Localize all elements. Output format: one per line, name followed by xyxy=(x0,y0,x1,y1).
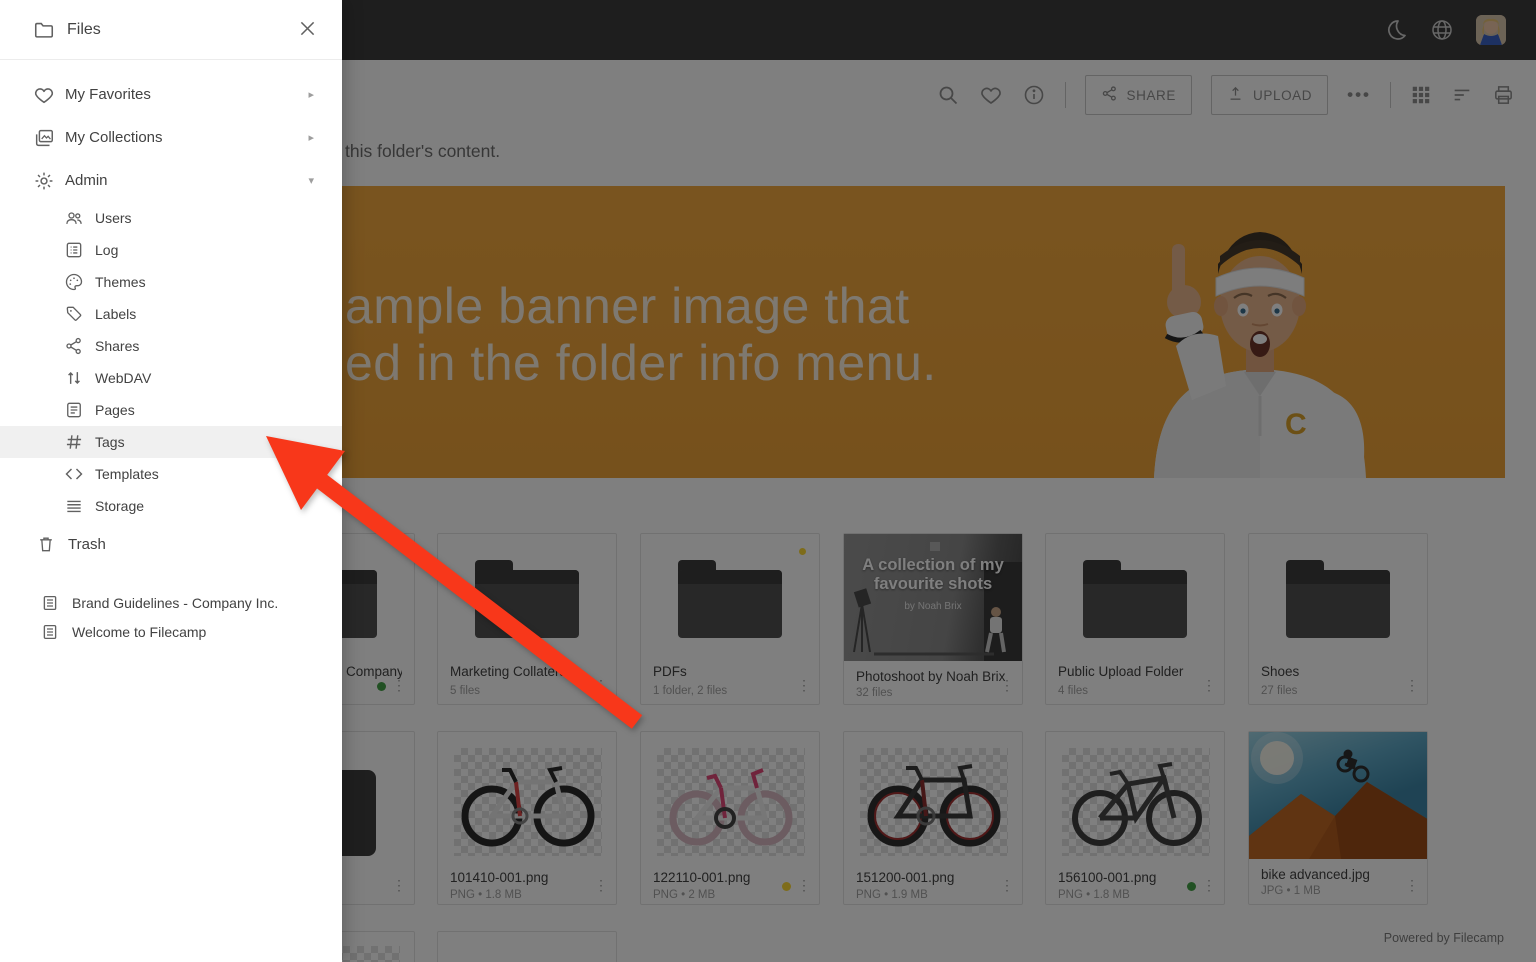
sidebar-item-labels[interactable]: Labels xyxy=(0,298,342,330)
chevron-right-icon: ▸ xyxy=(308,131,314,144)
drawer-menu: My Favorites ▸ My Collections ▸ Admin ▾ xyxy=(0,73,342,646)
sidebar-item-trash[interactable]: Trash xyxy=(0,524,342,564)
collections-icon xyxy=(32,127,56,149)
chevron-right-icon: ▸ xyxy=(308,88,314,101)
hash-tag-icon xyxy=(62,432,86,452)
files-drawer: Files My Favorites ▸ My Collections ▸ xyxy=(0,0,342,962)
sidebar-item-label: Admin xyxy=(65,172,108,189)
sidebar-item-tags[interactable]: Tags xyxy=(0,426,342,458)
sidebar-item-label: My Favorites xyxy=(65,86,151,103)
sidebar-item-shares[interactable]: Shares xyxy=(0,330,342,362)
sidebar-item-log[interactable]: Log xyxy=(0,234,342,266)
storage-stack-icon xyxy=(62,496,86,516)
heart-icon xyxy=(32,84,56,106)
document-icon xyxy=(38,623,62,641)
log-icon xyxy=(62,240,86,260)
drawer-header: Files xyxy=(0,0,342,60)
up-down-arrows-icon xyxy=(62,368,86,388)
close-icon[interactable] xyxy=(297,18,318,44)
sidebar-item-my-favorites[interactable]: My Favorites ▸ xyxy=(0,73,342,116)
palette-icon xyxy=(62,272,86,292)
drawer-doc-links: Brand Guidelines - Company Inc. Welcome … xyxy=(0,588,342,646)
sidebar-item-themes[interactable]: Themes xyxy=(0,266,342,298)
chevron-down-icon: ▾ xyxy=(308,174,314,187)
sidebar-item-webdav[interactable]: WebDAV xyxy=(0,362,342,394)
sidebar-item-admin[interactable]: Admin ▾ xyxy=(0,159,342,202)
sidebar-item-templates[interactable]: Templates xyxy=(0,458,342,490)
sidebar-item-users[interactable]: Users xyxy=(0,202,342,234)
folder-outline-icon xyxy=(32,19,56,41)
sidebar-item-label: My Collections xyxy=(65,129,163,146)
sidebar-item-my-collections[interactable]: My Collections ▸ xyxy=(0,116,342,159)
filecamp-app: SHARE UPLOAD ••• this folder's content. … xyxy=(0,0,1536,962)
gear-icon xyxy=(32,170,56,192)
label-tag-icon xyxy=(62,304,86,324)
share-nodes-icon xyxy=(62,336,86,356)
sidebar-item-label: Trash xyxy=(68,536,106,553)
sidebar-item-pages[interactable]: Pages xyxy=(0,394,342,426)
drawer-title: Files xyxy=(67,21,101,39)
trash-icon xyxy=(34,534,58,554)
sidebar-item-storage[interactable]: Storage xyxy=(0,490,342,522)
code-brackets-icon xyxy=(62,464,86,484)
users-icon xyxy=(62,208,86,228)
sidebar-link-welcome[interactable]: Welcome to Filecamp xyxy=(0,617,342,646)
page-icon xyxy=(62,400,86,420)
sidebar-link-brand-guidelines[interactable]: Brand Guidelines - Company Inc. xyxy=(0,588,342,617)
document-icon xyxy=(38,594,62,612)
